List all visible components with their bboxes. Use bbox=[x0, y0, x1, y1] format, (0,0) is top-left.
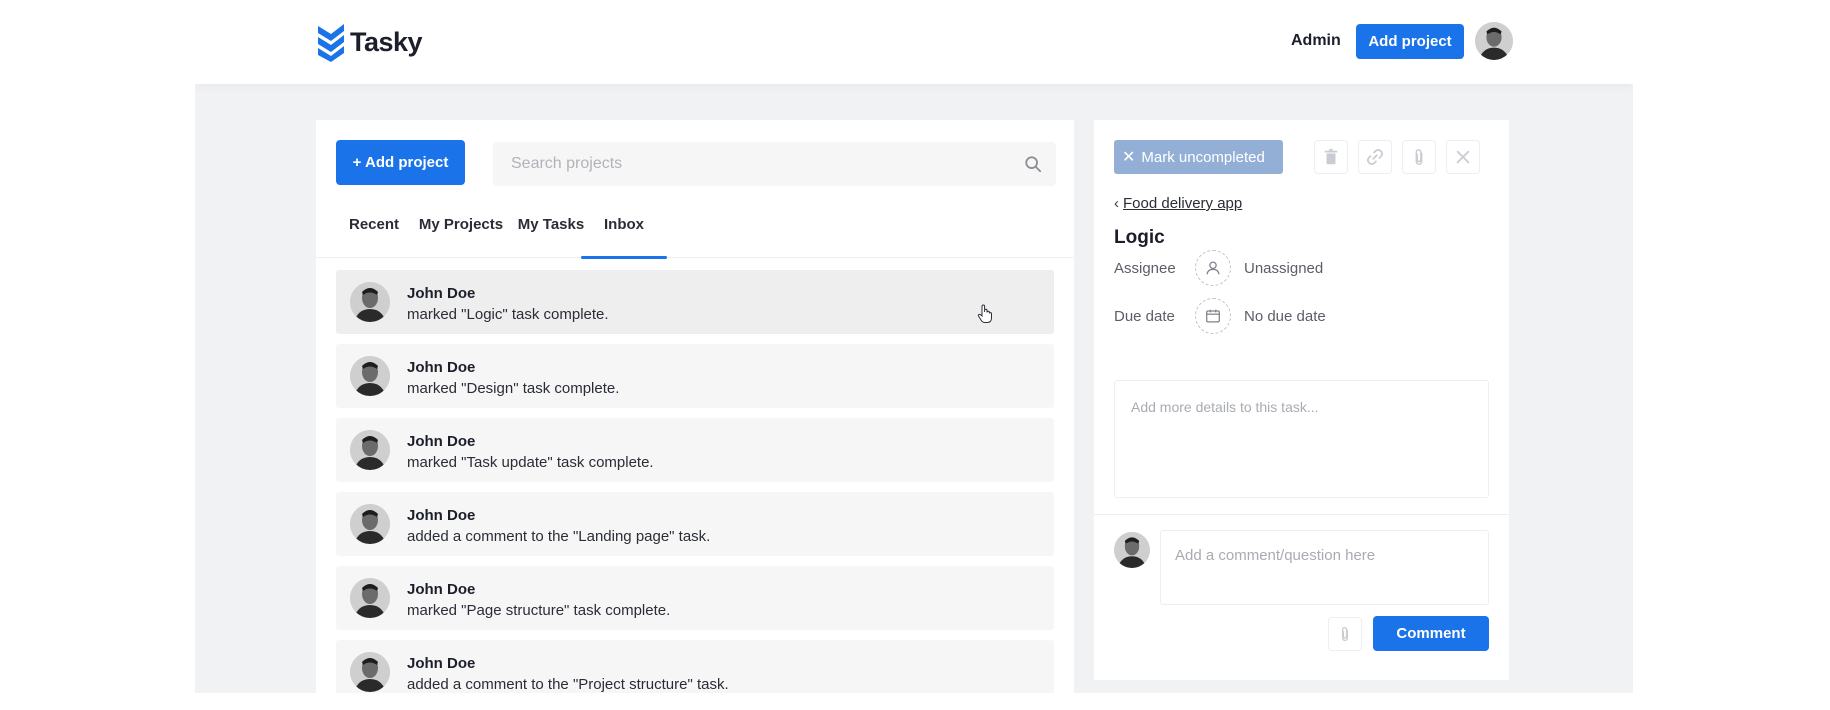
close-panel-button[interactable] bbox=[1446, 140, 1480, 174]
feed-item[interactable]: John Doe marked "Task update" task compl… bbox=[336, 418, 1054, 482]
tasky-app: Tasky Admin Add project + Add project Re… bbox=[195, 0, 1633, 693]
task-details-field[interactable]: Add more details to this task... bbox=[1114, 380, 1489, 498]
comment-attach-button[interactable] bbox=[1328, 617, 1362, 651]
avatar bbox=[350, 430, 390, 470]
feed-user-name: John Doe bbox=[407, 581, 476, 598]
task-title: Logic bbox=[1114, 227, 1165, 248]
avatar-photo-icon bbox=[350, 430, 390, 470]
close-icon: ✕ bbox=[1122, 149, 1136, 166]
header-add-project-button[interactable]: Add project bbox=[1356, 24, 1464, 59]
feed-user-name: John Doe bbox=[407, 507, 476, 524]
avatar bbox=[350, 282, 390, 322]
feed-message: added a comment to the "Project structur… bbox=[407, 676, 729, 693]
tab-my-projects[interactable]: My Projects bbox=[416, 210, 506, 258]
search-input[interactable] bbox=[511, 155, 991, 173]
avatar-photo-icon bbox=[350, 578, 390, 618]
feed-user-name: John Doe bbox=[407, 285, 476, 302]
user-avatar[interactable] bbox=[1475, 22, 1513, 60]
avatar-photo-icon bbox=[350, 282, 390, 322]
avatar-photo-icon bbox=[350, 504, 390, 544]
comment-avatar bbox=[1114, 532, 1150, 568]
assignee-label: Assignee bbox=[1114, 260, 1176, 277]
feed-message: marked "Task update" task complete. bbox=[407, 454, 654, 471]
feed-message: marked "Logic" task complete. bbox=[407, 306, 609, 323]
avatar-photo-icon bbox=[1114, 532, 1150, 568]
feed-message: marked "Page structure" task complete. bbox=[407, 602, 671, 619]
search-icon[interactable] bbox=[1024, 155, 1042, 173]
chevron-left-icon: ‹ bbox=[1114, 195, 1119, 212]
logo[interactable]: Tasky bbox=[316, 22, 423, 62]
add-project-button[interactable]: + Add project bbox=[336, 140, 465, 185]
trash-icon bbox=[1324, 148, 1338, 165]
calendar-icon bbox=[1206, 309, 1220, 323]
due-date-label: Due date bbox=[1114, 308, 1175, 325]
logo-text: Tasky bbox=[350, 26, 423, 57]
paperclip-icon bbox=[1341, 626, 1349, 642]
screen: Tasky Admin Add project + Add project Re… bbox=[0, 0, 1830, 710]
feed-user-name: John Doe bbox=[407, 655, 476, 672]
task-detail-panel: ✕ Mark uncompleted ‹ Food delivery app L… bbox=[1094, 120, 1509, 680]
search-bar bbox=[493, 142, 1056, 186]
feed-item[interactable]: John Doe marked "Design" task complete. bbox=[336, 344, 1054, 408]
mark-uncompleted-button[interactable]: ✕ Mark uncompleted bbox=[1114, 140, 1283, 174]
avatar bbox=[350, 504, 390, 544]
project-back-link[interactable]: ‹ Food delivery app bbox=[1114, 195, 1242, 212]
close-icon bbox=[1456, 150, 1470, 164]
comment-input[interactable]: Add a comment/question here bbox=[1160, 530, 1489, 605]
link-icon bbox=[1367, 149, 1383, 165]
project-link-label: Food delivery app bbox=[1123, 195, 1243, 212]
divider bbox=[1094, 514, 1509, 515]
attach-button[interactable] bbox=[1402, 140, 1436, 174]
user-icon bbox=[1206, 261, 1220, 275]
logo-icon bbox=[318, 24, 344, 62]
avatar-photo-icon bbox=[350, 356, 390, 396]
admin-link[interactable]: Admin bbox=[1291, 32, 1341, 50]
hand-cursor-icon bbox=[977, 304, 992, 323]
feed-item[interactable]: John Doe marked "Logic" task complete. bbox=[336, 270, 1054, 334]
tab-inbox[interactable]: Inbox bbox=[581, 210, 667, 259]
delete-button[interactable] bbox=[1314, 140, 1348, 174]
tab-recent[interactable]: Recent bbox=[340, 210, 408, 258]
paperclip-icon bbox=[1415, 149, 1423, 165]
due-date-picker[interactable] bbox=[1195, 298, 1231, 334]
assignee-picker[interactable] bbox=[1195, 250, 1231, 286]
comment-button[interactable]: Comment bbox=[1373, 616, 1489, 651]
projects-panel: + Add project Recent My Projects My Task… bbox=[316, 120, 1074, 693]
tab-my-tasks[interactable]: My Tasks bbox=[515, 210, 587, 258]
due-date-value[interactable]: No due date bbox=[1244, 308, 1326, 325]
feed-item[interactable]: John Doe added a comment to the "Landing… bbox=[336, 492, 1054, 556]
feed-user-name: John Doe bbox=[407, 359, 476, 376]
feed-item[interactable]: John Doe marked "Page structure" task co… bbox=[336, 566, 1054, 630]
feed-user-name: John Doe bbox=[407, 433, 476, 450]
tab-bar: Recent My Projects My Tasks Inbox bbox=[316, 210, 1074, 259]
mark-uncompleted-label: Mark uncompleted bbox=[1141, 148, 1265, 166]
avatar bbox=[350, 652, 390, 692]
avatar bbox=[350, 578, 390, 618]
assignee-value[interactable]: Unassigned bbox=[1244, 260, 1323, 277]
avatar-photo-icon bbox=[1475, 22, 1513, 60]
copy-link-button[interactable] bbox=[1358, 140, 1392, 174]
top-header: Tasky Admin Add project bbox=[195, 0, 1633, 84]
feed-message: marked "Design" task complete. bbox=[407, 380, 620, 397]
feed-item[interactable]: John Doe added a comment to the "Project… bbox=[336, 640, 1054, 693]
avatar-photo-icon bbox=[350, 652, 390, 692]
avatar bbox=[350, 356, 390, 396]
feed-message: added a comment to the "Landing page" ta… bbox=[407, 528, 711, 545]
